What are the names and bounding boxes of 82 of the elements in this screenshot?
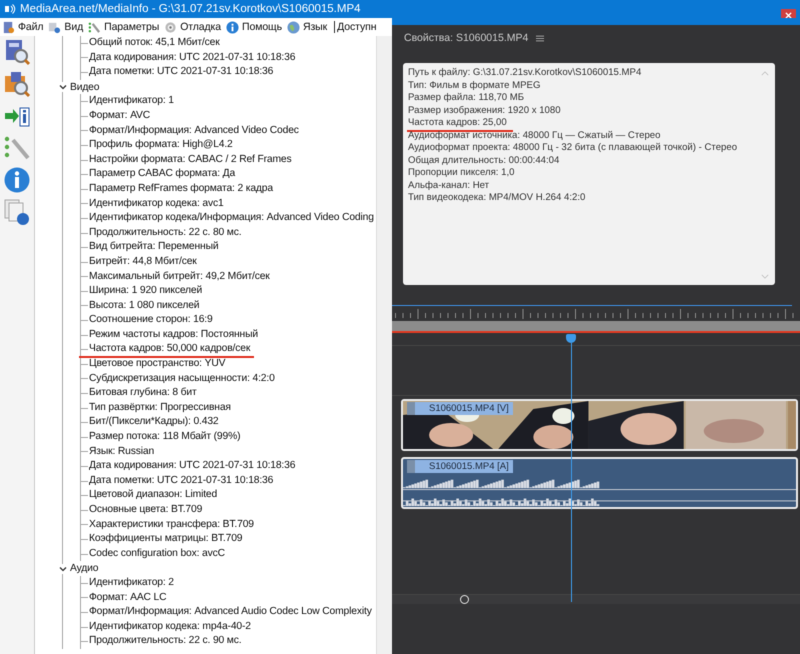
scrollbar[interactable]: [376, 36, 392, 654]
info-line: Размер файла: 118,70 МБ: [408, 92, 524, 104]
info-line: Тип: Фильм в формате MPEG: [408, 80, 540, 92]
menu-item[interactable]: Язык: [284, 18, 330, 36]
audio-clip[interactable]: S1060015.MP4 [A]: [401, 457, 798, 509]
info-line: Общая длительность: 00:00:44:04: [408, 154, 560, 167]
info-line: Путь к файлу: G:\31.07.21sv.Korotkov\S1060015.MP4: [408, 67, 642, 80]
info-line: Формат/Информация: Advanced Audio Codec Low Complexity: [89, 605, 372, 620]
info-line: Codec configuration box: avcC: [89, 546, 225, 561]
info-line: Бит/(Пиксели*Кадры): 0.432: [89, 415, 218, 430]
folder-search-icon[interactable]: [3, 70, 31, 98]
menu-icon[interactable]: [536, 34, 544, 42]
documents-globe-icon[interactable]: [3, 198, 31, 226]
info-line: Продолжительность: 22 с. 90 мс.: [89, 634, 242, 648]
info-line: Альфа-канал: Нет: [408, 180, 490, 192]
gear-icon: [164, 20, 178, 34]
info-line: Тип развёртки: Прогрессивная: [89, 400, 231, 415]
info-line: Параметр RefFrames формата: 2 кадра: [89, 182, 273, 196]
close-icon: [785, 12, 792, 19]
info-line: Характеристики трансфера: BT.709: [89, 518, 254, 532]
info-line: Идентификатор кодека/Информация: Advanced Video Coding: [89, 211, 374, 226]
info-line: Формат: AVC: [89, 108, 150, 123]
info-line: Профиль формата: High@L4.2: [89, 138, 233, 152]
info-icon[interactable]: [3, 166, 31, 194]
video-clip[interactable]: S1060015.MP4 [V]: [401, 399, 798, 451]
section-label[interactable]: Видео: [70, 82, 100, 93]
info-line: Вид битрейта: Переменный: [89, 240, 218, 254]
info-line: Высота: 1 080 пикселей: [89, 298, 200, 313]
info-line: Идентификатор: 2: [89, 576, 174, 590]
info-line: Аудиоформат проекта: 48000 Гц - 32 бита (с плавающей точкой) - Стерео: [408, 142, 738, 154]
info-line: Продолжительность: 22 с. 80 мс.: [89, 226, 242, 240]
info-line: Дата кодирования: UTC 2021-07-31 10:18:36: [89, 459, 296, 474]
info-line: Частота кадров: 25,00: [408, 117, 507, 130]
info-line: Язык: Russian: [89, 444, 154, 459]
info-line: Цветовое пространство: YUV: [89, 357, 226, 372]
info-line: Субдискретизация насыщенности: 4:2:0: [89, 372, 275, 386]
info-line: Битрейт: 44,8 Мбит/сек: [89, 254, 197, 269]
info-line: Основные цвета: BT.709: [89, 503, 202, 517]
info-line: Соотношение сторон: 16:9: [89, 313, 213, 328]
menu-item[interactable]: Помощь: [224, 18, 285, 36]
file-icon: [2, 20, 15, 34]
info-line: Режим частоты кадров: Постоянный: [89, 328, 258, 342]
speaker-icon: [4, 3, 16, 15]
info-line: Пропорции пикселя: 1,0: [408, 167, 514, 180]
zoom-scrollbar[interactable]: [392, 594, 800, 604]
zoom-handle[interactable]: [460, 595, 469, 604]
info-line: Настройки формата: CABAC / 2 Ref Frames: [89, 152, 292, 167]
info-line: Коэффициенты матрицы: BT.709: [89, 532, 242, 546]
menu-item[interactable]: Вид: [46, 18, 86, 36]
info-line: Общий поток: 45,1 Мбит/сек: [89, 36, 220, 50]
info-line: Идентификатор: 1: [89, 94, 174, 108]
wrench-icon: [88, 20, 102, 34]
info-line: Максимальный битрейт: 49,2 Мбит/сек: [89, 270, 270, 284]
playhead[interactable]: [566, 334, 576, 602]
info-line: Частота кадров: 50,000 кадров/сек: [89, 342, 250, 356]
info-line: Идентификатор кодека: mp4a-40-2: [89, 620, 251, 634]
info-line: Битовая глубина: 8 бит: [89, 386, 197, 400]
info-line: Размер изображения: 1920 x 1080: [408, 104, 561, 117]
menu-item[interactable]: Отладка: [162, 18, 224, 36]
info-line: Дата пометки: UTC 2021-07-31 10:18:36: [89, 474, 274, 488]
info-line: Ширина: 1 920 пикселей: [89, 284, 202, 298]
info-line: Параметр CABAC формата: Да: [89, 167, 236, 182]
info-line: Формат: AAC LC: [89, 590, 166, 605]
file-search-icon[interactable]: [3, 38, 31, 66]
info-line: Идентификатор кодека: avc1: [89, 196, 224, 211]
window-title: MediaArea.net/MediaInfo - G:\31.07.21sv.Korotkov\S1060015.MP4: [20, 3, 361, 15]
info-line: Размер потока: 118 Мбайт (99%): [89, 430, 240, 444]
menu-item[interactable]: Параметры: [86, 18, 162, 36]
section-label[interactable]: Аудио: [70, 563, 98, 574]
info-icon: [226, 20, 240, 34]
view-icon: [48, 20, 62, 34]
clip-label: S1060015.MP4 [V]: [407, 402, 513, 415]
info-line: Тип видеокодека: MP4/MOV H.264 4:2:0: [408, 192, 586, 204]
clip-label: S1060015.MP4 [A]: [407, 460, 513, 473]
info-line: Дата пометки: UTC 2021-07-31 10:18:36: [89, 65, 274, 80]
info-line: Цветовой диапазон: Limited: [89, 488, 218, 502]
menu-item[interactable]: Файл: [0, 18, 46, 36]
globe-icon: [286, 20, 300, 34]
info-line: Формат/Информация: Advanced Video Codec: [89, 124, 299, 138]
info-line: Аудиоформат источника: 48000 Гц — Сжатый — Стерео: [408, 130, 660, 142]
info-line: Дата кодирования: UTC 2021-07-31 10:18:36: [89, 50, 296, 65]
panel-title: Свойства: S1060015.MP4: [404, 32, 528, 44]
